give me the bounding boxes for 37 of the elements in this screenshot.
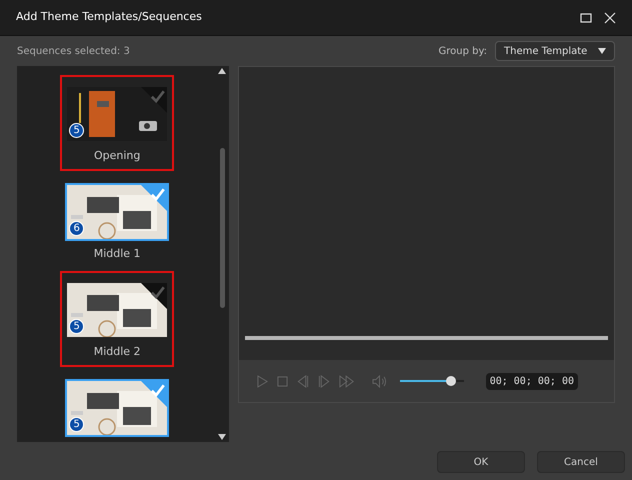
volume-slider[interactable] [400,376,464,386]
template-card[interactable]: 5 Middle 2 [60,271,174,367]
ok-button[interactable]: OK [437,451,525,473]
volume-icon[interactable] [372,374,388,388]
template-label: Middle 2 [94,345,141,359]
group-by-label: Group by: [438,44,487,58]
window-title: Add Theme Templates/Sequences [16,9,202,26]
selection-count: Sequences selected: 3 [17,44,130,58]
timecode: 00; 00; 00; 00 [486,372,578,390]
scrollbar[interactable] [217,66,228,442]
template-thumbnail[interactable]: 6 [65,183,170,241]
template-thumbnail[interactable]: 5 [65,281,170,339]
template-label: Opening [94,149,140,163]
check-icon [141,381,168,407]
template-card[interactable]: 5 [60,369,174,442]
template-card[interactable]: 5 Opening [60,75,174,171]
next-frame-icon[interactable] [318,374,330,388]
template-card[interactable]: 6 Middle 1 [60,173,174,269]
scroll-down-icon[interactable] [218,434,226,440]
close-icon[interactable] [604,12,616,24]
check-icon [141,283,168,309]
scroll-up-icon[interactable] [218,68,226,74]
check-icon [141,185,168,211]
template-label: Middle 1 [94,247,141,261]
maximize-icon[interactable] [580,12,592,24]
check-icon [141,87,168,113]
template-thumbnail[interactable]: 5 [65,85,170,143]
group-by-dropdown[interactable]: Theme Template [495,41,615,61]
fast-forward-icon[interactable] [339,374,356,388]
play-icon[interactable] [257,374,268,388]
cancel-button[interactable]: Cancel [537,451,625,473]
previous-frame-icon[interactable] [297,374,310,388]
scroll-thumb[interactable] [220,148,225,308]
volume-thumb[interactable] [446,376,456,386]
stop-icon[interactable] [277,376,288,386]
caret-icon [598,48,606,54]
template-thumbnail[interactable]: 5 [65,379,170,437]
